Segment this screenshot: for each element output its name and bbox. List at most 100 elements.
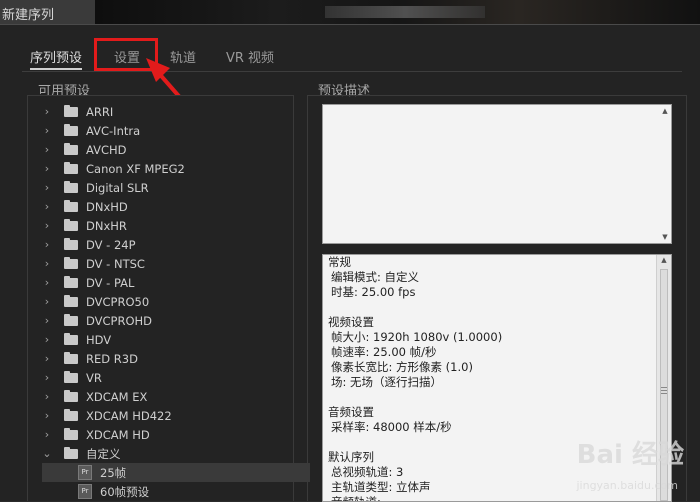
folder-icon <box>64 199 78 212</box>
info-section-heading: 视频设置 <box>328 315 374 329</box>
tab-divider <box>22 71 682 72</box>
preset-folder-row[interactable]: › DNxHR <box>42 216 310 235</box>
preset-folder-row[interactable]: › XDCAM HD <box>42 425 310 444</box>
scroll-up-icon[interactable]: ▲ <box>661 107 669 115</box>
preset-item-row[interactable]: Pr 60帧预设 <box>42 482 310 501</box>
preset-folder-row[interactable]: › DV - NTSC <box>42 254 310 273</box>
folder-icon <box>64 237 78 250</box>
folder-icon <box>64 351 78 364</box>
folder-icon <box>64 370 78 383</box>
tab-vr-video[interactable]: VR 视频 <box>226 47 274 66</box>
preset-label: AVCHD <box>86 142 127 157</box>
folder-icon <box>64 294 78 307</box>
preset-label: ARRI <box>86 104 114 119</box>
info-line: 像素长宽比: 方形像素 (1.0) <box>331 360 473 374</box>
preset-folder-row[interactable]: › DVCPRO50 <box>42 292 310 311</box>
chevron-right-icon[interactable]: › <box>42 371 52 384</box>
window-title: 新建序列 <box>2 8 55 23</box>
chevron-right-icon[interactable]: › <box>42 276 52 289</box>
preset-label: XDCAM EX <box>86 389 148 404</box>
preset-tree: › ARRI › AVC-Intra › AVCHD › Canon XF MPEG2 › Dig… <box>42 102 310 501</box>
preset-label: DV - 24P <box>86 237 136 252</box>
chevron-right-icon[interactable]: › <box>42 295 52 308</box>
info-line: 时基: 25.00 fps <box>331 285 416 299</box>
folder-icon <box>64 161 78 174</box>
tab-tracks[interactable]: 轨道 <box>170 47 196 66</box>
folder-icon <box>64 408 78 421</box>
preset-folder-row[interactable]: › Canon XF MPEG2 <box>42 159 310 178</box>
preset-item-row[interactable]: Pr 25帧 <box>42 463 310 482</box>
preset-label: Canon XF MPEG2 <box>86 161 185 176</box>
preset-folder-row[interactable]: › ARRI <box>42 102 310 121</box>
preset-folder-row[interactable]: ⌄ 自定义 <box>42 444 310 463</box>
folder-icon <box>64 180 78 193</box>
folder-icon <box>64 446 78 459</box>
premiere-preset-icon: Pr <box>78 484 92 499</box>
preset-label: DVCPRO50 <box>86 294 150 309</box>
preset-label: XDCAM HD422 <box>86 408 172 423</box>
chevron-right-icon[interactable]: › <box>42 428 52 441</box>
highlight-box <box>94 38 158 71</box>
preset-label: 自定义 <box>86 446 121 461</box>
preset-folder-row[interactable]: › DV - PAL <box>42 273 310 292</box>
preset-folder-row[interactable]: › DV - 24P <box>42 235 310 254</box>
chevron-right-icon[interactable]: › <box>42 219 52 232</box>
preset-label: 25帧 <box>100 465 127 480</box>
preset-label: 60帧预设 <box>100 484 150 499</box>
preset-folder-row[interactable]: › AVC-Intra <box>42 121 310 140</box>
window-titlebar: 新建序列 <box>0 0 700 25</box>
preset-folder-row[interactable]: › DNxHD <box>42 197 310 216</box>
preset-label: DV - PAL <box>86 275 135 290</box>
folder-icon <box>64 332 78 345</box>
folder-icon <box>64 275 78 288</box>
chevron-right-icon[interactable]: › <box>42 238 52 251</box>
chevron-right-icon[interactable]: › <box>42 181 52 194</box>
chevron-right-icon[interactable]: › <box>42 390 52 403</box>
info-line: 帧速率: 25.00 帧/秒 <box>331 345 437 359</box>
chevron-right-icon[interactable]: › <box>42 352 52 365</box>
scroll-up-icon[interactable]: ▲ <box>660 256 668 264</box>
chevron-right-icon[interactable]: › <box>42 105 52 118</box>
preset-folder-row[interactable]: › VR <box>42 368 310 387</box>
preset-folder-row[interactable]: › DVCPROHD <box>42 311 310 330</box>
preset-label: DVCPROHD <box>86 313 153 328</box>
folder-icon <box>64 218 78 231</box>
preset-folder-row[interactable]: › HDV <box>42 330 310 349</box>
info-section-heading: 常规 <box>328 255 351 269</box>
preset-folder-row[interactable]: › XDCAM HD422 <box>42 406 310 425</box>
preset-folder-row[interactable]: › XDCAM EX <box>42 387 310 406</box>
watermark-url: jingyan.baidu.com <box>576 479 678 492</box>
folder-icon <box>64 142 78 155</box>
chevron-right-icon[interactable]: › <box>42 143 52 156</box>
folder-icon <box>64 389 78 402</box>
tab-sequence-presets[interactable]: 序列预设 <box>30 47 83 70</box>
preset-folder-row[interactable]: › Digital SLR <box>42 178 310 197</box>
info-line: 帧大小: 1920h 1080v (1.0000) <box>331 330 503 344</box>
chevron-right-icon[interactable]: › <box>42 314 52 327</box>
preset-label: XDCAM HD <box>86 427 150 442</box>
preset-label: AVC-Intra <box>86 123 141 138</box>
available-presets-panel: › ARRI › AVC-Intra › AVCHD › Canon XF MPEG2 › Dig… <box>27 95 310 501</box>
scroll-down-icon[interactable]: ▼ <box>661 233 669 241</box>
chevron-right-icon[interactable]: › <box>42 257 52 270</box>
preset-label: DV - NTSC <box>86 256 145 271</box>
preset-label: Digital SLR <box>86 180 149 195</box>
folder-icon <box>64 104 78 117</box>
folder-icon <box>64 256 78 269</box>
preset-description-box: ▲ ▼ <box>322 104 672 244</box>
preset-folder-row[interactable]: › AVCHD <box>42 140 310 159</box>
chevron-down-icon[interactable]: ⌄ <box>42 447 52 460</box>
premiere-preset-icon: Pr <box>78 465 92 480</box>
info-line: 场: 无场（逐行扫描） <box>331 375 443 389</box>
chevron-right-icon[interactable]: › <box>42 124 52 137</box>
background-video-strip <box>95 0 700 24</box>
chevron-right-icon[interactable]: › <box>42 409 52 422</box>
chevron-right-icon[interactable]: › <box>42 162 52 175</box>
preset-folder-row[interactable]: › RED R3D <box>42 349 310 368</box>
preset-label: HDV <box>86 332 112 347</box>
info-line: 编辑模式: 自定义 <box>331 270 420 284</box>
chevron-right-icon[interactable]: › <box>42 333 52 346</box>
preset-label: DNxHD <box>86 199 128 214</box>
chevron-right-icon[interactable]: › <box>42 200 52 213</box>
